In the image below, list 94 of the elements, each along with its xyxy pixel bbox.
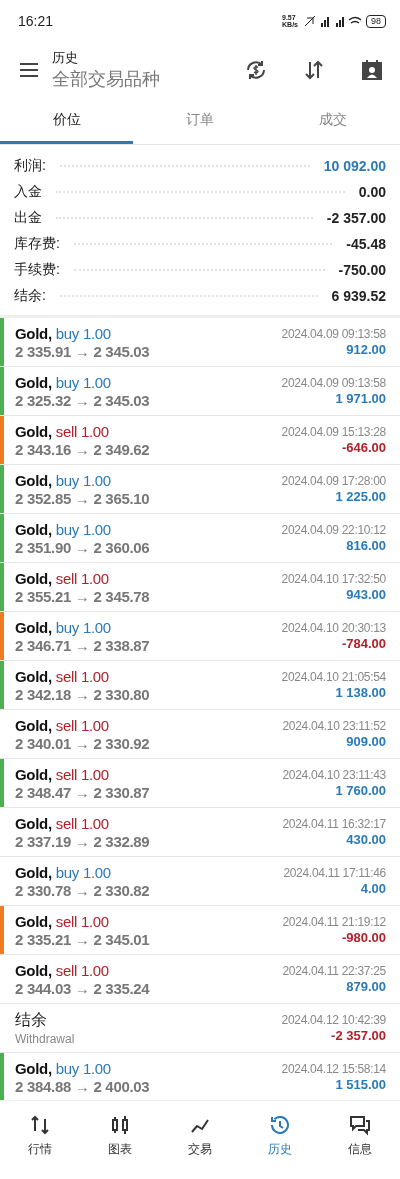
- tab[interactable]: 订单: [133, 98, 267, 144]
- deal-profit: 1 225.00: [335, 489, 386, 504]
- deal-time: 2024.04.10 23:11:52: [282, 719, 386, 733]
- battery-level: 98: [366, 14, 386, 28]
- deal-time: 2024.04.10 21:05:54: [281, 670, 386, 684]
- deal-time: 2024.04.10 23:11:43: [282, 768, 386, 782]
- deal-profit: 1 760.00: [335, 783, 386, 798]
- deal-time: 2024.04.09 15:13:28: [281, 425, 386, 439]
- deal-time: 2024.04.11 17:11:46: [283, 866, 386, 880]
- summary-value: -750.00: [338, 262, 386, 278]
- screen-title: 历史: [52, 49, 79, 67]
- deal-profit: -646.00: [341, 440, 386, 455]
- deal-time: 2024.04.09 17:28:00: [281, 474, 386, 488]
- deal-profit: 912.00: [346, 342, 386, 357]
- summary-value: -2 357.00: [326, 210, 386, 226]
- symbol-filter[interactable]: 全部交易品种: [52, 67, 210, 91]
- deal-time: 2024.04.11 22:37:25: [282, 964, 386, 978]
- nav-item[interactable]: 图表: [80, 1101, 160, 1179]
- deal-prices: 2 355.21 → 2 345.78: [15, 587, 151, 605]
- summary-label: 入金: [14, 183, 42, 201]
- nav-item[interactable]: 交易: [160, 1101, 240, 1179]
- deal-time: 2024.04.10 17:32:50: [281, 572, 386, 586]
- deal-title: Gold, sell 1.00: [15, 912, 110, 930]
- deal-profit: 816.00: [346, 538, 386, 553]
- currency-sync-button[interactable]: [244, 58, 268, 82]
- summary-label: 手续费:: [14, 261, 60, 279]
- deal-title: Gold, sell 1.00: [15, 569, 110, 587]
- deal-title: Gold, buy 1.00: [15, 520, 112, 538]
- deal-profit: 1 138.00: [335, 685, 386, 700]
- deal-prices: 2 335.21 → 2 345.01: [15, 930, 151, 948]
- summary-label: 出金: [14, 209, 42, 227]
- deal-title: 结余: [15, 1010, 48, 1030]
- deal-profit: 879.00: [346, 979, 386, 994]
- deal-time: 2024.04.11 21:19:12: [282, 915, 386, 929]
- deal-prices: 2 344.03 → 2 335.24: [15, 979, 151, 997]
- deal-title: Gold, sell 1.00: [15, 716, 110, 734]
- deal-profit: -784.00: [341, 636, 386, 651]
- deal-title: Gold, sell 1.00: [15, 422, 110, 440]
- deal-profit: 1 971.00: [335, 391, 386, 406]
- deal-prices: 2 337.19 → 2 332.89: [15, 832, 151, 850]
- deal-time: 2024.04.09 09:13:58: [281, 376, 386, 390]
- summary-label: 库存费:: [14, 235, 60, 253]
- deal-profit: 4.00: [360, 881, 386, 896]
- deal-title: Gold, buy 1.00: [15, 618, 112, 636]
- nav-item[interactable]: 行情: [0, 1101, 80, 1179]
- deal-time: 2024.04.12 10:42:39: [281, 1013, 386, 1027]
- deal-title: Gold, sell 1.00: [15, 667, 110, 685]
- deal-title: Gold, sell 1.00: [15, 961, 110, 979]
- calendar-button[interactable]: [360, 58, 384, 82]
- summary-value: 6 939.52: [331, 288, 386, 304]
- summary-label: 利润:: [14, 157, 46, 175]
- deal-time: 2024.04.12 15:58:14: [281, 1062, 386, 1076]
- tab[interactable]: 成交: [266, 98, 400, 144]
- deal-prices: 2 348.47 → 2 330.87: [15, 783, 151, 801]
- deal-prices: 2 330.78 → 2 330.82: [15, 881, 151, 899]
- deal-title: Gold, buy 1.00: [15, 324, 112, 342]
- chat-icon: [348, 1113, 372, 1137]
- deal-profit: -980.00: [341, 930, 386, 945]
- deal-profit: 909.00: [346, 734, 386, 749]
- deal-profit: 943.00: [346, 587, 386, 602]
- summary-value: -45.48: [346, 236, 386, 252]
- tab[interactable]: 价位: [0, 98, 134, 144]
- deal-profit: 430.00: [346, 832, 386, 847]
- deal-time: 2024.04.09 09:13:58: [281, 327, 386, 341]
- menu-icon[interactable]: [18, 61, 40, 79]
- deal-title: Gold, buy 1.00: [15, 471, 112, 489]
- deal-title: Gold, buy 1.00: [15, 373, 112, 391]
- summary-value: 10 092.00: [323, 158, 386, 174]
- deal-profit: -2 357.00: [331, 1028, 386, 1043]
- deal-prices: 2 335.91 → 2 345.03: [15, 342, 151, 360]
- deal-title: Gold, buy 1.00: [15, 1059, 112, 1077]
- summary-label: 结余:: [14, 287, 46, 305]
- deal-prices: 2 325.32 → 2 345.03: [15, 391, 151, 409]
- deal-prices: 2 351.90 → 2 360.06: [15, 538, 151, 556]
- nav-item[interactable]: 信息: [320, 1101, 400, 1179]
- deal-title: Gold, sell 1.00: [15, 814, 110, 832]
- deal-time: 2024.04.09 22:10:12: [281, 523, 386, 537]
- history-icon: [268, 1113, 292, 1137]
- summary-value: 0.00: [358, 184, 386, 200]
- deal-time: 2024.04.10 20:30:13: [281, 621, 386, 635]
- deal-prices: 2 342.18 → 2 330.80: [15, 685, 151, 703]
- deal-prices: 2 352.85 → 2 365.10: [15, 489, 151, 507]
- signal-icon: [303, 14, 361, 28]
- deal-prices: 2 340.01 → 2 330.92: [15, 734, 151, 752]
- deal-comment: Withdrawal: [15, 1032, 76, 1046]
- deal-title: Gold, buy 1.00: [15, 863, 112, 881]
- deal-title: Gold, sell 1.00: [15, 765, 110, 783]
- deal-prices: 2 384.88 → 2 400.03: [15, 1077, 151, 1095]
- deal-profit: 1 515.00: [335, 1077, 386, 1092]
- deal-time: 2024.04.11 16:32:17: [282, 817, 386, 831]
- deal-prices: 2 343.16 → 2 349.62: [15, 440, 151, 458]
- status-time: 16:21: [18, 13, 54, 29]
- deal-prices: 2 346.71 → 2 338.87: [15, 636, 151, 654]
- nav-item[interactable]: 历史: [240, 1101, 320, 1179]
